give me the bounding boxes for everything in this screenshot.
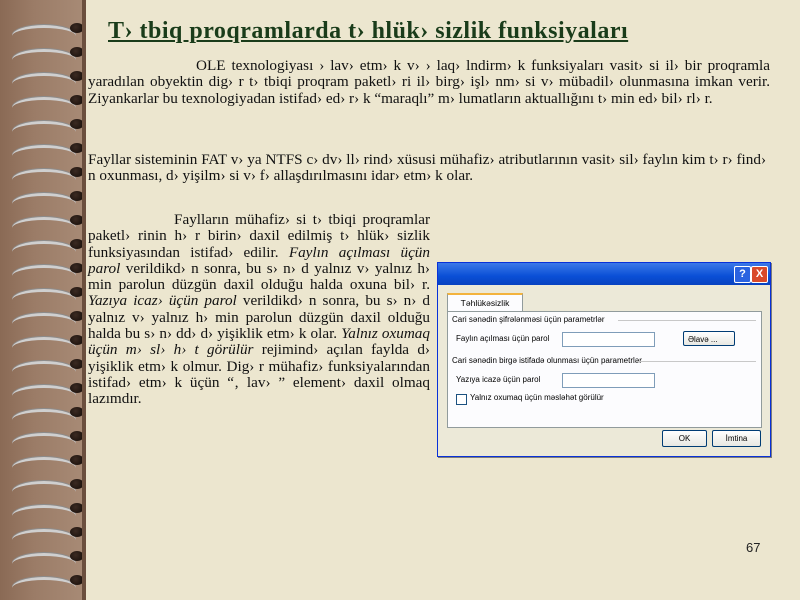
readonly-checkbox[interactable] bbox=[456, 394, 467, 405]
binding-ring-icon bbox=[8, 550, 84, 564]
help-icon[interactable]: ? bbox=[734, 266, 751, 283]
binding-ring-icon bbox=[8, 22, 84, 36]
binding-ring-icon bbox=[8, 526, 84, 540]
write-password-input[interactable] bbox=[562, 373, 655, 388]
binding-ring-icon bbox=[8, 382, 84, 396]
security-dialog: ? X Təhlükəsizlik Cari sənədin şifrələnm… bbox=[437, 262, 771, 457]
section-encryption: Cari sənədin şifrələnməsi üçün parametrl… bbox=[452, 315, 605, 324]
binding-ring-icon bbox=[8, 574, 84, 588]
close-icon[interactable]: X bbox=[751, 266, 768, 283]
binding-ring-icon bbox=[8, 478, 84, 492]
section-sharing: Cari sənədin birgə istifadə olunması üçü… bbox=[452, 356, 642, 365]
binding-ring-icon bbox=[8, 70, 84, 84]
write-password-label: Yazıya icazə üçün parol bbox=[456, 375, 541, 384]
paragraph-text: verildikd› n sonra, bu s› n› d yalnız v›… bbox=[88, 259, 430, 294]
section-divider bbox=[618, 320, 756, 321]
paragraph-protection: Faylların mühafiz› si t› tbiqi proqramla… bbox=[88, 211, 430, 408]
dialog-titlebar: ? X bbox=[438, 263, 770, 285]
emphasis-write-password: Yazıya icaz› üçün parol bbox=[88, 292, 237, 310]
dialog-panel: Cari sənədin şifrələnməsi üçün parametrl… bbox=[447, 311, 762, 428]
binding-ring-icon bbox=[8, 214, 84, 228]
notebook-binding bbox=[0, 0, 86, 600]
open-password-label: Faylın açılması üçün parol bbox=[456, 334, 550, 343]
open-password-input[interactable] bbox=[562, 332, 655, 347]
binding-ring-icon bbox=[8, 190, 84, 204]
binding-ring-icon bbox=[8, 334, 84, 348]
binding-ring-icon bbox=[8, 46, 84, 60]
binding-ring-icon bbox=[8, 142, 84, 156]
paragraph-file-system: Fayllar sisteminin FAT v› ya NTFS c› dv›… bbox=[88, 151, 766, 185]
slide-title: T› tbiq proqramlarda t› hlük› sizlik fun… bbox=[108, 18, 629, 44]
binding-ring-icon bbox=[8, 238, 84, 252]
add-button[interactable]: Əlavə ... bbox=[683, 331, 735, 346]
binding-ring-icon bbox=[8, 502, 84, 516]
binding-ring-icon bbox=[8, 166, 84, 180]
binding-ring-icon bbox=[8, 430, 84, 444]
section-divider bbox=[636, 361, 756, 362]
slide: T› tbiq proqramlarda t› hlük› sizlik fun… bbox=[0, 0, 800, 600]
page-number: 67 bbox=[746, 540, 761, 555]
binding-ring-icon bbox=[8, 286, 84, 300]
binding-ring-icon bbox=[8, 358, 84, 372]
binding-ring-icon bbox=[8, 454, 84, 468]
readonly-label: Yalnız oxumaq üçün məsləhət görülür bbox=[470, 393, 604, 402]
ok-button[interactable]: OK bbox=[662, 430, 707, 447]
binding-ring-icon bbox=[8, 94, 84, 108]
cancel-button[interactable]: İmtina bbox=[712, 430, 761, 447]
tab-security[interactable]: Təhlükəsizlik bbox=[447, 293, 523, 313]
binding-ring-icon bbox=[8, 406, 84, 420]
binding-ring-icon bbox=[8, 262, 84, 276]
paragraph-ole: OLE texnologiyası › lav› etm› k v› › laq… bbox=[88, 57, 770, 107]
binding-ring-icon bbox=[8, 118, 84, 132]
binding-ring-icon bbox=[8, 310, 84, 324]
